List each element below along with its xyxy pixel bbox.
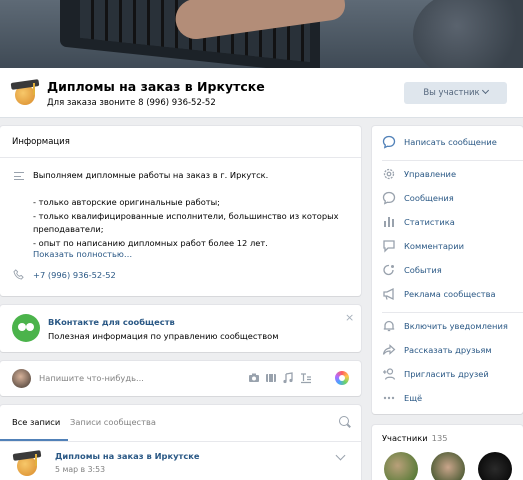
menu-item-share[interactable]: Рассказать друзьям	[372, 339, 523, 363]
gear-icon	[383, 168, 395, 180]
member-avatar[interactable]	[384, 452, 418, 480]
members-header[interactable]: Участники 135	[382, 433, 448, 443]
menu-item-label: Комментарии	[404, 241, 464, 251]
article-icon[interactable]	[300, 372, 312, 384]
events-icon	[383, 264, 394, 276]
more-dots-icon	[383, 396, 395, 400]
add-user-icon	[383, 368, 396, 380]
phone-icon	[13, 269, 24, 280]
tab-all-posts[interactable]: Все записи	[12, 417, 60, 427]
post-date[interactable]: 5 мар в 3:53	[55, 465, 105, 474]
members-card: Участники 135	[372, 425, 523, 480]
divider	[0, 441, 361, 442]
promo-card: ВКонтакте для сообществ Полезная информа…	[0, 305, 361, 352]
message-icon	[382, 191, 396, 205]
menu-item-manage[interactable]: Управление	[372, 163, 523, 187]
description-line	[33, 183, 353, 197]
group-avatar[interactable]	[10, 79, 40, 109]
close-icon[interactable]: ×	[345, 311, 354, 324]
bar-chart-icon	[384, 217, 394, 227]
divider	[382, 160, 523, 161]
menu-item-label: Управление	[404, 169, 457, 179]
video-icon[interactable]	[265, 372, 277, 384]
member-button-label: Вы участник	[423, 88, 480, 98]
color-picker-icon[interactable]	[335, 371, 349, 385]
members-label: Участники	[382, 433, 428, 443]
menu-item-label: Реклама сообщества	[404, 289, 496, 299]
menu-item-advertise[interactable]: Реклама сообщества	[372, 283, 523, 307]
member-button[interactable]: Вы участник	[404, 82, 507, 104]
wall-card: Все записи Записи сообщества Дипломы на …	[0, 405, 361, 480]
action-menu: Написать сообщение Управление Сообщения …	[372, 126, 523, 414]
member-avatar[interactable]	[478, 452, 512, 480]
menu-item-messages[interactable]: Сообщения	[372, 187, 523, 211]
members-count: 135	[431, 433, 448, 443]
menu-item-invite[interactable]: Пригласить друзей	[372, 363, 523, 387]
cover-image	[0, 0, 523, 68]
menu-item-label: События	[404, 265, 442, 275]
chat-bubble-icon	[382, 135, 396, 149]
bell-icon	[383, 320, 395, 332]
info-card: Информация Выполняем дипломные работы на…	[0, 126, 361, 296]
search-icon[interactable]	[339, 416, 349, 426]
music-icon[interactable]	[282, 372, 294, 384]
promo-text: Полезная информация по управлению сообще…	[48, 331, 279, 341]
post-composer: Напишите что-нибудь...	[0, 361, 361, 396]
menu-item-statistics[interactable]: Статистика	[372, 211, 523, 235]
menu-item-label: Написать сообщение	[404, 137, 497, 147]
share-icon	[382, 344, 396, 355]
menu-item-events[interactable]: События	[372, 259, 523, 283]
description-line: Выполняем дипломные работы на заказ в г.…	[33, 170, 269, 180]
post-author-avatar[interactable]	[12, 450, 42, 478]
menu-item-notifications[interactable]: Включить уведомления	[372, 315, 523, 339]
info-header: Информация	[12, 137, 70, 147]
info-description: Выполняем дипломные работы на заказ в г.…	[33, 169, 353, 250]
chevron-down-icon[interactable]	[335, 450, 346, 461]
group-status: Для заказа звоните 8 (996) 936-52-52	[47, 98, 216, 108]
menu-item-label: Ещё	[404, 393, 423, 403]
description-line: преподаватели;	[33, 224, 104, 234]
megaphone-icon	[383, 287, 394, 301]
user-avatar	[12, 369, 31, 388]
text-lines-icon	[14, 172, 24, 180]
camera-icon[interactable]	[248, 372, 260, 384]
menu-item-label: Включить уведомления	[404, 321, 508, 331]
vk-communities-icon	[12, 314, 40, 342]
divider	[0, 157, 361, 158]
description-line: - только квалифицированные исполнители, …	[33, 210, 339, 221]
menu-item-label: Сообщения	[404, 193, 454, 203]
divider	[382, 312, 523, 313]
post-author[interactable]: Дипломы на заказ в Иркутске	[55, 451, 200, 461]
promo-title[interactable]: ВКонтакте для сообществ	[48, 317, 175, 327]
description-line: - только авторские оригинальные работы;	[33, 197, 220, 207]
menu-item-more[interactable]: Ещё	[372, 387, 523, 411]
menu-item-label: Статистика	[404, 217, 455, 227]
menu-item-label: Пригласить друзей	[404, 369, 489, 379]
cover-sleeve	[413, 0, 523, 68]
tab-community-posts[interactable]: Записи сообщества	[70, 417, 156, 427]
phone-link[interactable]: +7 (996) 936-52-52	[33, 270, 116, 280]
description-line: - опыт по написанию дипломных работ боле…	[33, 237, 268, 248]
menu-item-label: Рассказать друзьям	[404, 345, 492, 355]
menu-item-comments[interactable]: Комментарии	[372, 235, 523, 259]
menu-item-write-message[interactable]: Написать сообщение	[372, 131, 523, 155]
chevron-down-icon	[481, 86, 489, 95]
group-title: Дипломы на заказ в Иркутске	[47, 79, 265, 94]
group-header: Дипломы на заказ в Иркутске Для заказа з…	[0, 68, 523, 118]
show-more-link[interactable]: Показать полностью…	[33, 249, 132, 259]
comment-icon	[383, 240, 395, 253]
member-avatar[interactable]	[431, 452, 465, 480]
post-input[interactable]: Напишите что-нибудь...	[39, 373, 144, 383]
